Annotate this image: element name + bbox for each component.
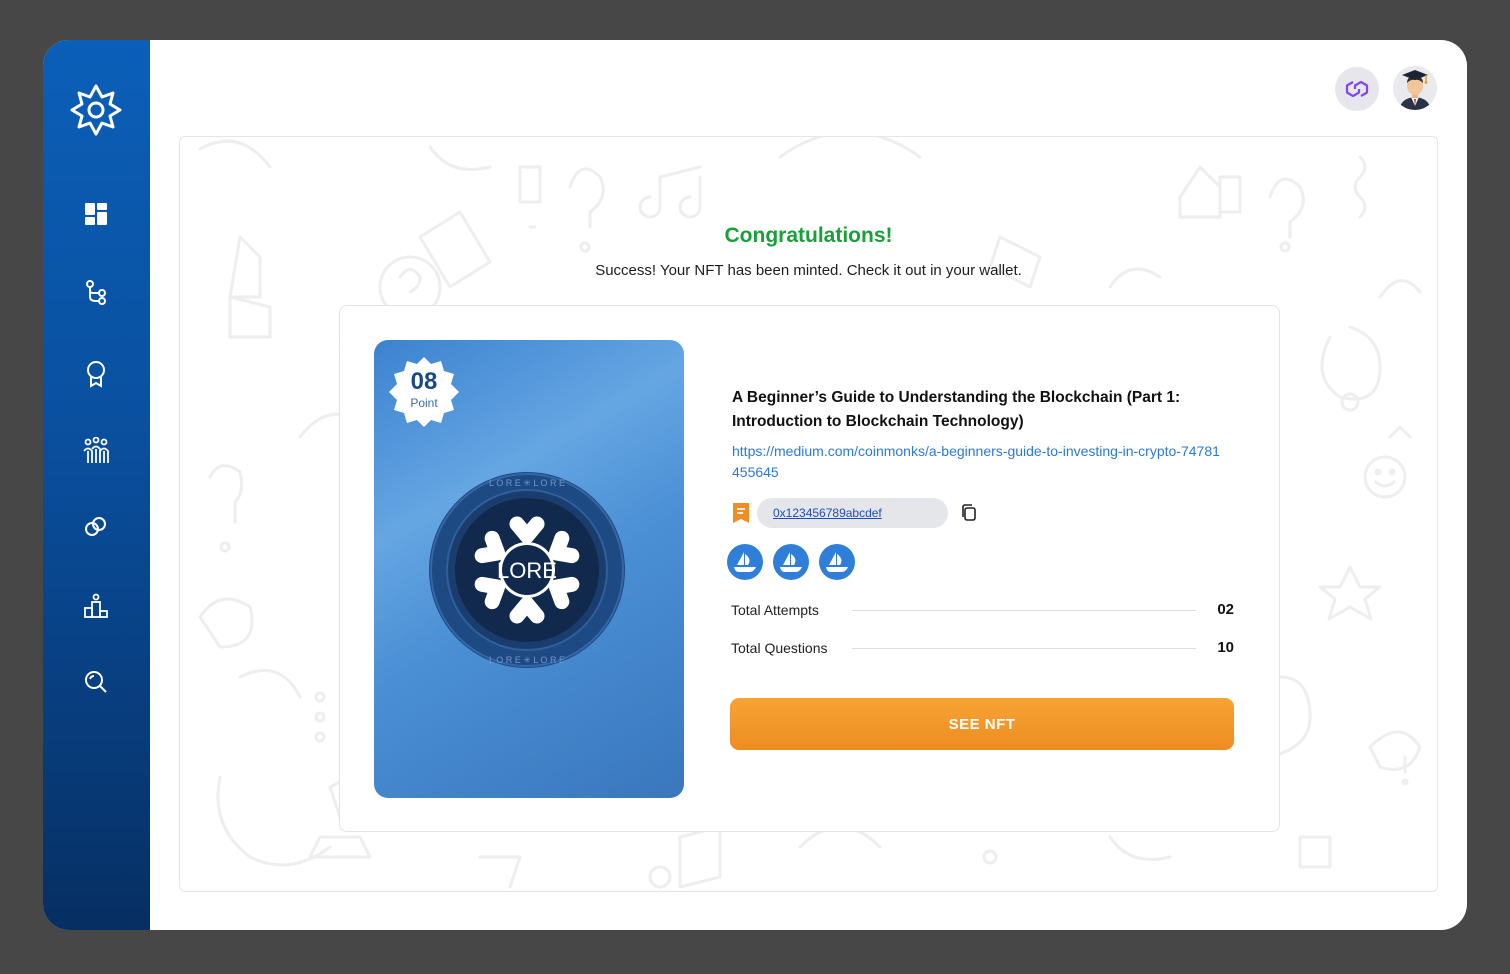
page-title: Congratulations! xyxy=(724,224,893,247)
stat-total-questions: Total Questions 10 xyxy=(731,637,1234,659)
stat-label: Total Questions xyxy=(731,640,828,656)
wallet-address-link[interactable]: 0x123456789abcdef xyxy=(757,498,948,528)
wallet-address-row: 0x123456789abcdef xyxy=(732,498,992,528)
opensea-icon[interactable] xyxy=(773,544,809,580)
stat-total-attempts: Total Attempts 02 xyxy=(731,599,1234,621)
main-panel: Congratulations! Success! Your NFT has b… xyxy=(179,136,1438,892)
search-icon xyxy=(85,671,107,693)
sidebar-item-achievements[interactable] xyxy=(81,359,111,389)
opensea-glyph-icon xyxy=(826,552,848,572)
svg-text:L O R E ✳ L O R E: L O R E ✳ L O R E xyxy=(489,655,565,665)
dashboard-icon xyxy=(85,203,107,225)
leaderboard-icon xyxy=(84,593,108,618)
see-nft-button[interactable]: SEE NFT xyxy=(730,698,1234,750)
copy-icon[interactable] xyxy=(960,504,978,522)
opensea-icon[interactable] xyxy=(819,544,855,580)
avatar[interactable] xyxy=(1393,66,1437,110)
sidebar-item-dashboard[interactable] xyxy=(81,199,111,229)
network-button[interactable] xyxy=(1335,67,1379,111)
sidebar-item-path[interactable] xyxy=(81,277,111,307)
page-subtitle: Success! Your NFT has been minted. Check… xyxy=(595,262,1022,279)
article-title: A Beginner’s Guide to Understanding the … xyxy=(732,389,1181,430)
community-icon xyxy=(83,437,109,463)
opensea-icon[interactable] xyxy=(727,544,763,580)
polygon-icon xyxy=(1345,80,1369,98)
sidebar-item-search[interactable] xyxy=(81,667,111,697)
app-window: Congratulations! Success! Your NFT has b… xyxy=(43,40,1467,930)
stat-divider xyxy=(852,610,1196,611)
link-icon xyxy=(85,517,106,536)
nft-card-image[interactable]: 08 Point LORE L O R E ✳ L O R E L O R E … xyxy=(374,340,684,798)
opensea-glyph-icon xyxy=(734,552,756,572)
sidebar xyxy=(43,40,150,930)
stat-divider xyxy=(852,648,1196,649)
stat-label: Total Attempts xyxy=(731,602,819,618)
lore-coin-icon: LORE L O R E ✳ L O R E L O R E ✳ L O R E xyxy=(429,472,625,668)
sidebar-item-community[interactable] xyxy=(81,436,111,466)
stat-value: 02 xyxy=(1217,601,1234,618)
stat-value: 10 xyxy=(1217,639,1234,656)
svg-text:L O R E ✳ L O R E: L O R E ✳ L O R E xyxy=(489,478,565,488)
path-icon xyxy=(86,280,106,305)
sidebar-item-links[interactable] xyxy=(81,512,111,542)
article-link[interactable]: https://medium.com/coinmonks/a-beginners… xyxy=(732,441,1222,483)
opensea-glyph-icon xyxy=(780,552,802,572)
award-icon xyxy=(87,361,105,388)
nft-result-card: 08 Point LORE L O R E ✳ L O R E L O R E … xyxy=(339,305,1280,832)
points-label: Point xyxy=(410,396,438,410)
receipt-icon xyxy=(733,503,749,523)
graduate-avatar-icon xyxy=(1393,66,1437,110)
points-value: 08 xyxy=(410,368,438,395)
nft-info: A Beginner’s Guide to Understanding the … xyxy=(732,386,1237,483)
sidebar-item-leaderboard[interactable] xyxy=(81,591,111,621)
coin-text: LORE xyxy=(497,558,557,583)
lore-logo-icon[interactable] xyxy=(68,82,124,138)
